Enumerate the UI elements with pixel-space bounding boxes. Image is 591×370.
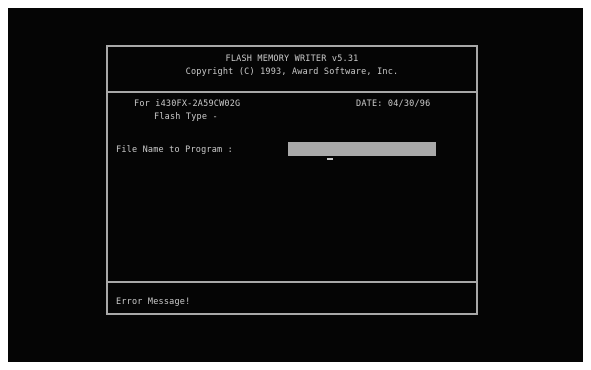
date-label: DATE: 04/30/96	[356, 99, 431, 109]
file-name-input[interactable]	[288, 142, 436, 156]
flash-writer-dialog: FLASH MEMORY WRITER v5.31 Copyright (C) …	[106, 45, 478, 315]
header-divider	[108, 91, 476, 93]
dos-screen: FLASH MEMORY WRITER v5.31 Copyright (C) …	[8, 8, 583, 362]
footer-divider	[108, 281, 476, 283]
error-message-label: Error Message!	[116, 297, 191, 307]
text-cursor	[327, 158, 333, 160]
app-title: FLASH MEMORY WRITER v5.31	[225, 54, 359, 64]
board-id-label: For i430FX-2A59CW02G	[134, 99, 241, 109]
flash-type-label: Flash Type -	[154, 112, 218, 122]
copyright-line: Copyright (C) 1993, Award Software, Inc.	[185, 67, 399, 77]
file-name-label: File Name to Program :	[116, 145, 233, 155]
